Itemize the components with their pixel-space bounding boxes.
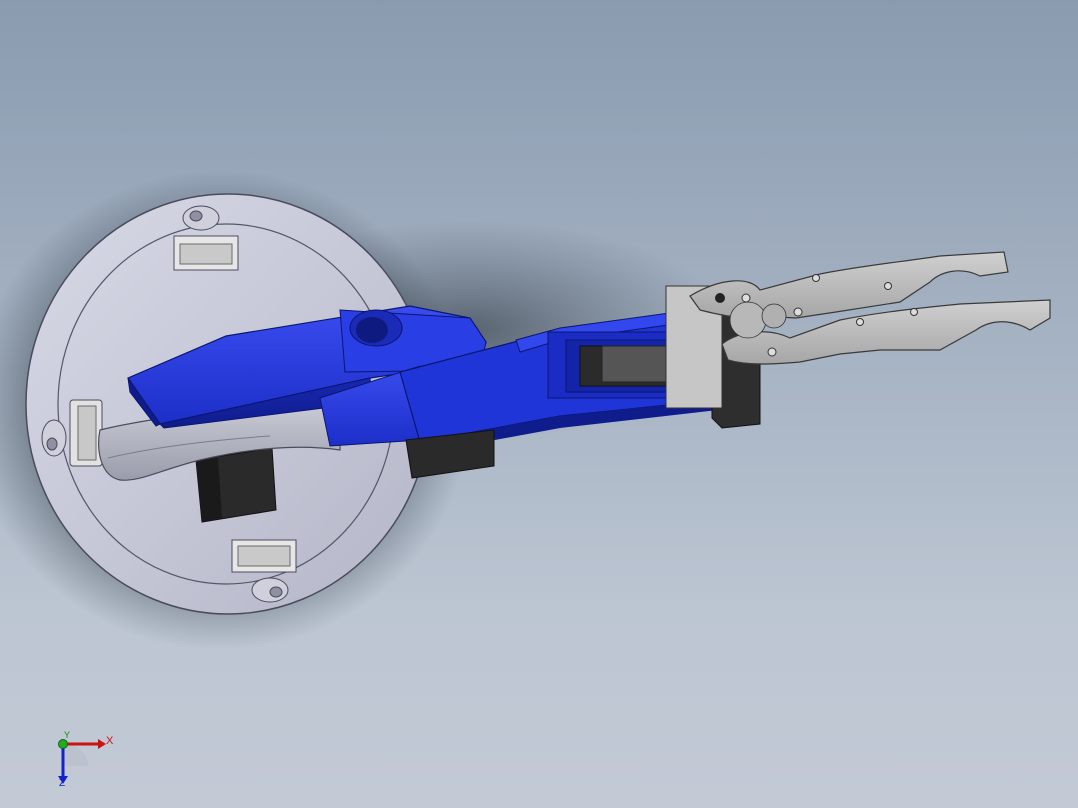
y-axis-label: Y bbox=[64, 730, 71, 740]
y-axis-arrow bbox=[58, 739, 68, 749]
gripper[interactable] bbox=[689, 251, 1051, 365]
gripper-gear-teeth bbox=[729, 301, 787, 339]
gripper-pivot-top bbox=[715, 293, 725, 303]
base-servo[interactable] bbox=[195, 447, 277, 523]
x-axis-label: X bbox=[106, 735, 114, 747]
z-axis-label: Z bbox=[59, 778, 66, 789]
coordinate-triad: X Y Z bbox=[48, 730, 118, 790]
cad-viewport[interactable]: X Y Z bbox=[0, 0, 1078, 808]
robot-arm-model[interactable] bbox=[0, 0, 1078, 808]
